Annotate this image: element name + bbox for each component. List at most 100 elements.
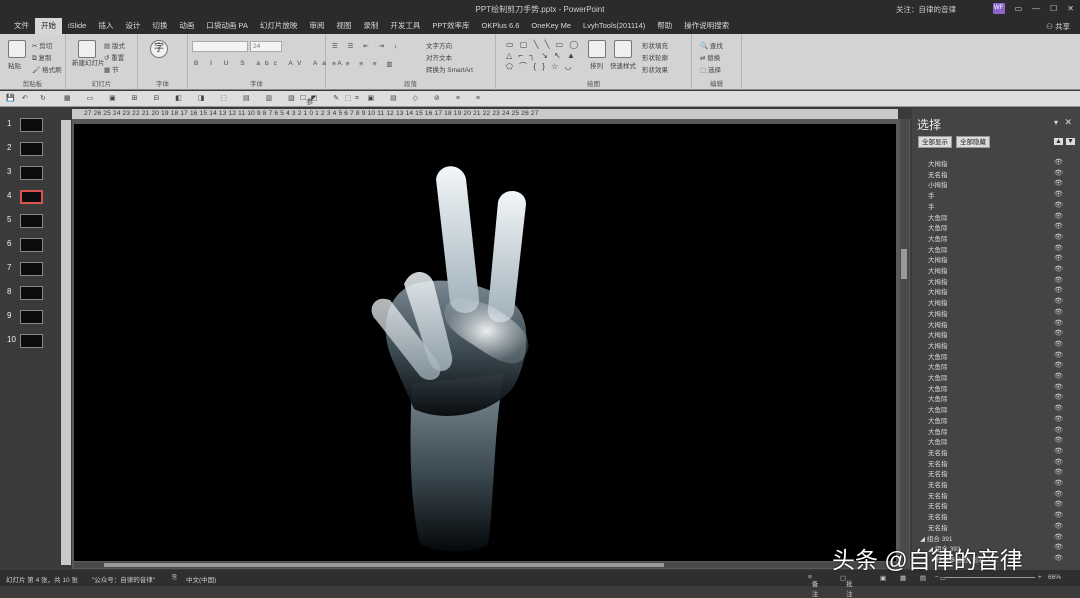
show-all-button[interactable]: 全部显示 (918, 136, 952, 148)
visibility-eye-icon[interactable]: 👁 (1054, 233, 1063, 241)
replace-button[interactable]: ⇄ 替换 (700, 52, 720, 62)
slide-thumbnail[interactable] (20, 286, 43, 300)
visibility-eye-icon[interactable]: 👁 (1054, 372, 1063, 380)
visibility-eye-icon[interactable]: 👁 (1054, 276, 1063, 284)
visibility-eye-icon[interactable]: 👁 (1054, 254, 1063, 262)
tab-8[interactable]: 幻灯片放映 (254, 18, 304, 34)
layer-item[interactable]: 无名指 (928, 458, 948, 468)
visibility-eye-icon[interactable]: 👁 (1054, 415, 1063, 423)
layer-item[interactable]: 大鱼际 (928, 212, 948, 222)
layer-item[interactable]: 大鱼际 (928, 415, 948, 425)
visibility-eye-icon[interactable]: 👁 (1054, 319, 1063, 327)
visibility-eye-icon[interactable]: 👁 (1054, 169, 1063, 177)
layer-item[interactable]: 小拇指 (928, 179, 948, 189)
layer-item[interactable]: 大鱼际 (928, 361, 948, 371)
visibility-eye-icon[interactable]: 👁 (1054, 543, 1063, 551)
visibility-eye-icon[interactable]: 👁 (1054, 533, 1063, 541)
select-button[interactable]: ⬚ 选择 (700, 64, 721, 74)
layer-item[interactable]: 无名指 (928, 479, 948, 489)
slide-canvas[interactable] (74, 124, 896, 561)
layer-item[interactable]: 大鱼际 (928, 372, 948, 382)
tab-2[interactable]: iSlide (62, 18, 92, 34)
visibility-eye-icon[interactable]: 👁 (1054, 500, 1063, 508)
visibility-eye-icon[interactable]: 👁 (1054, 468, 1063, 476)
avatar[interactable]: WF (992, 3, 1005, 14)
slide-thumbnail[interactable] (20, 166, 43, 180)
shapes-gallery[interactable]: ▭ ▢ ╲ ╲ ▭ ◯ △ ⌐ ┐ ↘ ↖ ▲ ⬠ ⌒ { } ☆ ◡ (506, 39, 580, 72)
visibility-eye-icon[interactable]: 👁 (1054, 383, 1063, 391)
visibility-eye-icon[interactable]: 👁 (1054, 179, 1063, 187)
slide-thumbnail[interactable] (20, 214, 43, 228)
visibility-eye-icon[interactable]: 👁 (1054, 393, 1063, 401)
layer-item[interactable]: 大拇指 (928, 297, 948, 307)
pane-options-icon[interactable]: ▾ (1054, 118, 1058, 127)
visibility-eye-icon[interactable]: 👁 (1054, 244, 1063, 252)
smartart-button[interactable]: 转换为 SmartArt (426, 64, 473, 74)
tab-14[interactable]: OKPlus 6.6 (475, 18, 525, 34)
vertical-scrollbar[interactable] (900, 119, 909, 569)
tab-0[interactable]: 文件 (8, 18, 35, 34)
layer-item[interactable]: 手 (928, 201, 935, 211)
ribbon-display-icon[interactable]: ▭ (1015, 4, 1023, 13)
visibility-eye-icon[interactable]: 👁 (1054, 340, 1063, 348)
slide-thumbnail[interactable] (20, 238, 43, 252)
visibility-eye-icon[interactable]: 👁 (1054, 511, 1063, 519)
maximize-icon[interactable]: ☐ (1050, 4, 1057, 13)
arrange-button[interactable]: 排列 (590, 60, 603, 70)
format-painter-button[interactable]: 🖌 格式刷 (32, 64, 62, 74)
layer-item[interactable]: 大拇指 (928, 158, 948, 168)
visibility-eye-icon[interactable]: 👁 (1054, 201, 1063, 209)
layer-item[interactable]: 大鱼际 (928, 426, 948, 436)
horizontal-scroll-thumb[interactable] (104, 563, 664, 567)
tab-13[interactable]: PPT效率库 (426, 18, 475, 34)
shape-fill-button[interactable]: 形状填充 (642, 40, 668, 50)
horizontal-scrollbar[interactable] (74, 562, 896, 568)
layer-item[interactable]: 无名指 (928, 522, 948, 532)
align-text-button[interactable]: 对齐文本 (426, 52, 452, 62)
slide-thumbnail[interactable] (20, 142, 43, 156)
list-buttons[interactable]: ☰ ☰ ⇤ ⇥ ↕ (332, 42, 401, 50)
cut-button[interactable]: ✂ 剪切 (32, 40, 52, 50)
layer-item[interactable]: 大鱼际 (928, 222, 948, 232)
slide-thumbnail[interactable] (20, 190, 43, 204)
paste-icon[interactable] (8, 40, 26, 58)
layer-item[interactable]: 无名指 (928, 511, 948, 521)
close-icon[interactable]: ✕ (1067, 4, 1074, 13)
quick-styles-button[interactable]: 快速样式 (610, 60, 636, 70)
visibility-eye-icon[interactable]: 👁 (1054, 361, 1063, 369)
zoom-level[interactable]: 66% (1048, 574, 1061, 581)
layer-item[interactable]: 大鱼际 (928, 244, 948, 254)
layer-item[interactable]: 无名指 (928, 490, 948, 500)
vertical-scroll-thumb[interactable] (901, 249, 907, 279)
visibility-eye-icon[interactable]: 👁 (1054, 286, 1063, 294)
visibility-eye-icon[interactable]: 👁 (1054, 212, 1063, 220)
tab-1[interactable]: 开始 (35, 18, 62, 34)
notes-button[interactable]: ≡ 备注 (808, 574, 818, 598)
slide-thumbnail[interactable] (20, 262, 43, 276)
font-name-combo[interactable] (192, 41, 248, 52)
layer-item[interactable]: 大鱼际 (928, 351, 948, 361)
layout-button[interactable]: ▤ 版式 (104, 40, 125, 50)
font-format-buttons[interactable]: B I U S abc AV Aa A (194, 60, 347, 67)
toolbar-icons-2[interactable]: ⬚ ▣ ▤ ◇ ⊘ ≡ ≡ (345, 94, 487, 102)
tab-17[interactable]: 帮助 (651, 18, 678, 34)
slide-thumbnail[interactable] (20, 310, 43, 324)
tab-16[interactable]: LvyhTools(201114) (577, 18, 651, 34)
layer-item[interactable]: 大拇指 (928, 265, 948, 275)
tab-10[interactable]: 视图 (330, 18, 357, 34)
visibility-eye-icon[interactable]: 👁 (1054, 554, 1063, 562)
layer-item[interactable]: 无名指 (928, 169, 948, 179)
visibility-eye-icon[interactable]: 👁 (1054, 404, 1063, 412)
share-button[interactable]: ⚇ 共享 (1046, 21, 1070, 32)
visibility-eye-icon[interactable]: 👁 (1054, 447, 1063, 455)
toolbar-icons[interactable]: ▦ ▭ ▣ ⊞ ⊟ ◧ ◨ ⬚ ▤ ▥ ▧ ◩ ✎ ⌗ (64, 94, 366, 103)
tab-7[interactable]: 口袋动画 PA (200, 18, 254, 34)
tab-9[interactable]: 审阅 (303, 18, 330, 34)
find-button[interactable]: 🔍 查找 (700, 40, 723, 50)
spellcheck-icon[interactable]: ⎘ (172, 574, 177, 582)
hide-all-button[interactable]: 全部隐藏 (956, 136, 990, 148)
visibility-eye-icon[interactable]: 👁 (1054, 490, 1063, 498)
new-slide-button[interactable]: 新建幻灯片 (72, 60, 106, 68)
layer-item[interactable]: 手 (928, 190, 935, 200)
layer-item[interactable]: 大拇指 (928, 276, 948, 286)
